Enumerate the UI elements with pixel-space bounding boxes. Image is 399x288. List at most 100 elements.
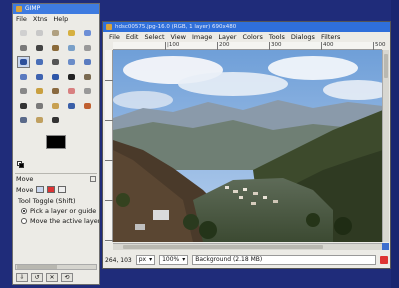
reset-options-icon[interactable]: ⟲ <box>61 273 73 282</box>
horizontal-ruler[interactable]: |100 200 300 400 500 <box>113 42 386 50</box>
radio-checked[interactable] <box>21 207 27 214</box>
paint-icon[interactable] <box>49 114 62 126</box>
pointer-coordinates: 264, 103 <box>105 256 132 264</box>
rect-select-icon[interactable] <box>17 27 30 39</box>
gimp-icon <box>106 24 112 30</box>
default-colors-icon-dark <box>19 162 24 168</box>
smudge-icon[interactable] <box>65 100 78 112</box>
restore-options-icon[interactable]: ↺ <box>31 273 43 282</box>
blend-icon[interactable] <box>17 85 30 97</box>
scale-icon[interactable] <box>81 56 94 68</box>
bucket-fill-icon[interactable] <box>81 71 94 83</box>
desktop-edge <box>391 0 399 288</box>
ink-icon[interactable] <box>17 100 30 112</box>
image-titlebar[interactable]: hdsc00575.jpg-16.0 (RGB, 1 layer) 690x48… <box>103 22 390 32</box>
ellipse-select-icon[interactable] <box>33 27 46 39</box>
tool-toggle-label: Tool Toggle (Shift) <box>18 196 76 205</box>
menu-dialogs[interactable]: Dialogs <box>291 32 315 42</box>
ruler-label: 200 <box>217 42 230 50</box>
blur-icon[interactable] <box>17 114 30 126</box>
cancel-icon[interactable] <box>380 256 388 264</box>
rotate-icon[interactable] <box>65 56 78 68</box>
menu-edit[interactable]: Edit <box>126 32 139 42</box>
color-area <box>13 133 99 173</box>
options-menu-icon[interactable] <box>90 175 96 182</box>
paintbrush-icon[interactable] <box>49 85 62 97</box>
move-icon[interactable] <box>17 56 30 68</box>
pencil-icon[interactable] <box>33 85 46 97</box>
zoom-icon[interactable] <box>65 42 78 54</box>
unit-select[interactable]: px ▾ <box>135 255 156 265</box>
toolbox-title: GIMP <box>25 5 41 12</box>
menu-xtns[interactable]: Xtns <box>33 14 48 25</box>
pick-layer-option[interactable]: Pick a layer or guide <box>13 206 99 216</box>
foreground-color-swatch[interactable] <box>46 134 66 149</box>
mountain-village-photo <box>113 50 383 242</box>
toolbox-titlebar[interactable]: GIMP <box>13 4 99 14</box>
heal-icon[interactable] <box>49 100 62 112</box>
menu-image[interactable]: Image <box>192 32 212 42</box>
ruler-label: 500 <box>373 42 386 50</box>
align-icon[interactable] <box>33 56 46 68</box>
move-mode-row: Move <box>13 184 99 196</box>
move-active-layer-option[interactable]: Move the active layer <box>13 216 99 226</box>
ruler-label: 300 <box>269 42 282 50</box>
move-path-icon[interactable] <box>58 186 67 193</box>
ruler-label: 400 <box>321 42 334 50</box>
scissors-icon[interactable] <box>17 42 30 54</box>
image-window: hdsc00575.jpg-16.0 (RGB, 1 layer) 690x48… <box>102 21 391 269</box>
measure-icon[interactable] <box>81 42 94 54</box>
paths-icon[interactable] <box>33 42 46 54</box>
gimp-icon <box>16 6 22 12</box>
text-icon[interactable] <box>65 71 78 83</box>
flip-icon[interactable] <box>49 71 62 83</box>
menu-filters[interactable]: Filters <box>321 32 340 42</box>
select-by-color-icon[interactable] <box>81 27 94 39</box>
menu-file[interactable]: File <box>16 14 27 25</box>
dodge-burn-icon[interactable] <box>81 100 94 112</box>
menu-select[interactable]: Select <box>144 32 164 42</box>
move-layer-icon[interactable] <box>36 186 45 193</box>
chevron-down-icon: ▾ <box>149 256 153 263</box>
tool-palette <box>13 25 99 129</box>
delete-options-icon[interactable]: ✕ <box>46 273 58 282</box>
menu-file[interactable]: File <box>109 32 120 42</box>
ruler-label: |100 <box>165 42 180 50</box>
status-bar: 264, 103 px ▾ 100% ▾ Background (2.18 MB… <box>105 253 388 267</box>
fuzzy-select-icon[interactable] <box>65 27 78 39</box>
airbrush-icon[interactable] <box>81 85 94 97</box>
clone-icon[interactable] <box>33 100 46 112</box>
radio-unchecked[interactable] <box>21 217 27 224</box>
move-selection-icon[interactable] <box>47 186 56 193</box>
save-options-icon[interactable]: ⇩ <box>16 273 28 282</box>
crop-icon[interactable] <box>49 56 62 68</box>
vertical-scrollbar[interactable] <box>382 50 389 242</box>
image-menubar: File Edit Select View Image Layer Colors… <box>103 32 390 42</box>
horizontal-scrollbar[interactable] <box>113 243 383 250</box>
toolbox-footer: ⇩ ↺ ✕ ⟲ <box>13 264 99 284</box>
chevron-down-icon: ▾ <box>182 256 186 263</box>
vertical-ruler[interactable] <box>105 50 113 242</box>
menu-help[interactable]: Help <box>53 14 68 25</box>
image-title: hdsc00575.jpg-16.0 (RGB, 1 layer) 690x48… <box>115 24 237 30</box>
image-canvas[interactable] <box>113 50 383 242</box>
convolve-icon[interactable] <box>33 114 46 126</box>
zoom-select[interactable]: 100% ▾ <box>159 255 189 265</box>
shear-icon[interactable] <box>17 71 30 83</box>
menu-colors[interactable]: Colors <box>242 32 262 42</box>
toolbox-window: GIMP File Xtns Help Move Move Tool Toggl… <box>12 3 100 285</box>
color-picker-icon[interactable] <box>49 42 62 54</box>
perspective-icon[interactable] <box>33 71 46 83</box>
menu-view[interactable]: View <box>171 32 186 42</box>
eraser-icon[interactable] <box>65 85 78 97</box>
tool-options-header: Move <box>13 174 99 184</box>
menu-layer[interactable]: Layer <box>218 32 236 42</box>
navigate-icon[interactable] <box>382 243 389 250</box>
lasso-icon[interactable] <box>49 27 62 39</box>
status-message: Background (2.18 MB) <box>192 255 376 265</box>
options-scrollbar[interactable] <box>15 264 97 270</box>
zoom-value: 100% <box>162 256 180 263</box>
unit-value: px <box>138 256 147 263</box>
menu-tools[interactable]: Tools <box>269 32 285 42</box>
toolbox-menubar: File Xtns Help <box>13 14 99 25</box>
